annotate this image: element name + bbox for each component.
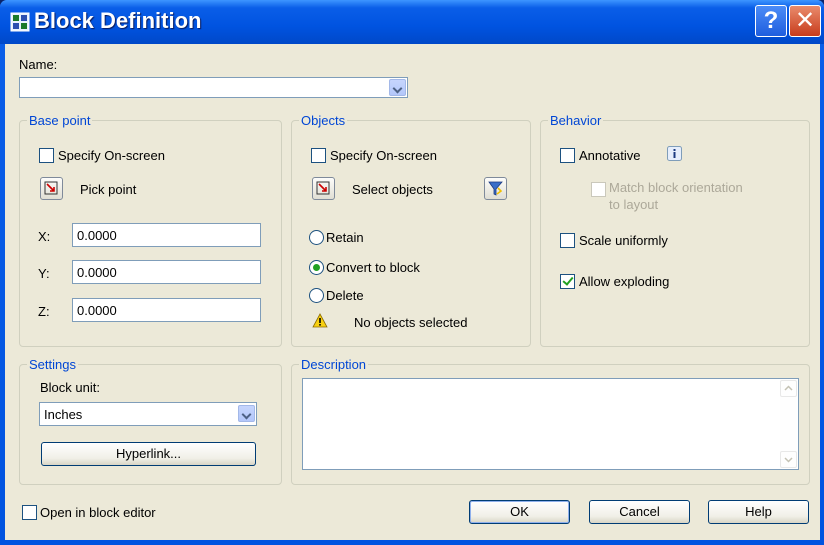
help-title-button[interactable]: ? <box>755 5 787 37</box>
open-in-block-editor-label: Open in block editor <box>40 505 156 520</box>
title-bar[interactable]: Block Definition ? ✕ <box>0 0 824 44</box>
name-combo[interactable] <box>19 77 408 98</box>
description-scrollbar[interactable] <box>780 380 797 468</box>
z-input[interactable]: 0.0000 <box>72 298 261 322</box>
allow-exploding-checkbox[interactable] <box>560 274 575 289</box>
no-objects-status: No objects selected <box>354 315 468 330</box>
info-icon[interactable] <box>667 146 682 161</box>
chevron-down-icon[interactable] <box>238 405 255 422</box>
settings-title: Settings <box>27 357 78 372</box>
pick-point-icon <box>44 181 58 195</box>
select-objects-button[interactable] <box>312 177 335 200</box>
objects-specify-checkbox[interactable] <box>311 148 326 163</box>
select-objects-label: Select objects <box>352 182 433 197</box>
help-button[interactable]: Help <box>708 500 809 524</box>
dialog-body: Name: Base point Specify On-screen Pick … <box>5 44 820 540</box>
base-point-specify-label: Specify On-screen <box>58 148 165 163</box>
select-objects-icon <box>316 181 330 195</box>
convert-to-block-label: Convert to block <box>326 260 420 275</box>
annotative-label: Annotative <box>579 148 641 163</box>
delete-radio[interactable] <box>309 288 324 303</box>
objects-title: Objects <box>299 113 348 128</box>
behavior-title: Behavior <box>548 113 604 128</box>
pick-point-label: Pick point <box>80 182 137 197</box>
scale-uniformly-checkbox[interactable] <box>560 233 575 248</box>
block-unit-value: Inches <box>44 407 83 422</box>
y-input[interactable]: 0.0000 <box>72 260 261 284</box>
block-unit-select[interactable]: Inches <box>39 402 257 426</box>
description-title: Description <box>299 357 369 372</box>
base-point-specify-checkbox[interactable] <box>39 148 54 163</box>
description-textarea[interactable] <box>302 378 799 470</box>
delete-label: Delete <box>326 288 364 303</box>
open-in-block-editor-checkbox[interactable] <box>22 505 37 520</box>
annotative-checkbox[interactable] <box>560 148 575 163</box>
block-definition-icon <box>10 12 30 32</box>
warning-icon <box>312 313 328 328</box>
scale-uniformly-label: Scale uniformly <box>579 233 668 248</box>
match-orientation-checkbox[interactable] <box>591 182 606 197</box>
objects-specify-label: Specify On-screen <box>330 148 437 163</box>
match-orientation-label-2: to layout <box>609 197 659 212</box>
allow-exploding-label: Allow exploding <box>579 274 670 289</box>
scroll-down-button[interactable] <box>780 451 797 468</box>
pick-point-button[interactable] <box>40 177 63 200</box>
hyperlink-button[interactable]: Hyperlink... <box>41 442 256 466</box>
retain-label: Retain <box>326 230 364 245</box>
x-input[interactable]: 0.0000 <box>72 223 261 247</box>
name-label: Name: <box>19 57 58 72</box>
cancel-button[interactable]: Cancel <box>589 500 690 524</box>
z-label: Z: <box>38 304 50 319</box>
block-definition-window: Block Definition ? ✕ Name: Base point Sp… <box>0 0 824 545</box>
filter-icon <box>488 181 503 196</box>
y-label: Y: <box>38 266 50 281</box>
ok-button[interactable]: OK <box>469 500 570 524</box>
chevron-down-icon[interactable] <box>389 79 406 96</box>
x-label: X: <box>38 229 51 244</box>
block-unit-label: Block unit: <box>40 380 100 395</box>
close-button[interactable]: ✕ <box>789 5 821 37</box>
convert-to-block-radio[interactable] <box>309 260 324 275</box>
retain-radio[interactable] <box>309 230 324 245</box>
window-title: Block Definition <box>34 8 202 33</box>
chevron-up-icon <box>784 385 793 391</box>
scroll-up-button[interactable] <box>780 380 797 397</box>
match-orientation-label-1: Match block orientation <box>609 180 743 195</box>
quick-select-button[interactable] <box>484 177 507 200</box>
base-point-title: Base point <box>27 113 93 128</box>
chevron-down-icon <box>784 457 793 463</box>
